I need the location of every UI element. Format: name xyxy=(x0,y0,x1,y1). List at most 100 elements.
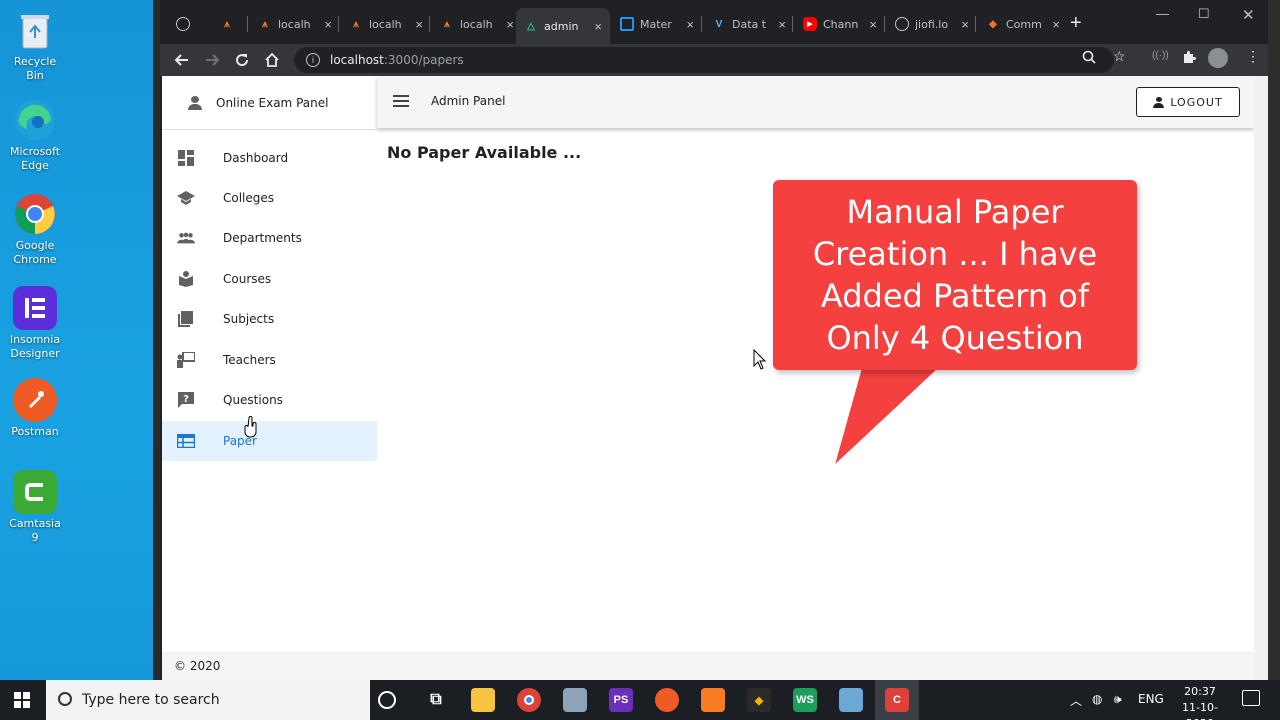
bookmark-star-icon[interactable]: ☆ xyxy=(1113,48,1126,65)
phpstorm-icon[interactable]: PS xyxy=(609,688,633,712)
browser-tab[interactable]: ⩚ localh × xyxy=(341,10,431,38)
maximize-button[interactable]: ☐ xyxy=(1198,6,1210,22)
recycle-bin-icon xyxy=(13,8,57,52)
sidebar-item-label: Colleges xyxy=(223,191,275,205)
close-icon[interactable]: × xyxy=(869,17,877,32)
chevron-up-icon[interactable]: ︿ xyxy=(1070,692,1082,709)
browser-tab[interactable]: ⩚ localh × xyxy=(432,10,522,38)
sidebar-item-label: Subjects xyxy=(223,312,275,326)
sidebar-item-dashboard[interactable]: Dashboard xyxy=(162,138,377,178)
tab-separator xyxy=(247,16,248,32)
sidebar-title: Online Exam Panel xyxy=(216,95,329,110)
school-icon xyxy=(177,189,195,207)
reload-button[interactable] xyxy=(230,48,254,72)
person-icon xyxy=(188,95,202,110)
sidebar-item-subjects[interactable]: Subjects xyxy=(162,299,377,339)
edge-icon xyxy=(13,98,57,142)
browser-tab[interactable]: ⩚ localh × xyxy=(250,10,340,38)
xampp-icon: ⩚ xyxy=(262,18,268,30)
info-icon[interactable]: i xyxy=(306,53,320,67)
browser-tab[interactable]: jiofi.lo × xyxy=(887,10,977,38)
webstorm-icon[interactable]: WS xyxy=(793,688,817,712)
xampp-taskbar-icon[interactable] xyxy=(701,688,725,712)
zoom-search-icon[interactable] xyxy=(1082,50,1096,67)
file-explorer-icon[interactable] xyxy=(471,688,495,712)
address-url[interactable]: localhost:3000/papers xyxy=(330,53,464,67)
tab-separator xyxy=(792,16,793,32)
back-button[interactable] xyxy=(170,48,194,72)
home-button[interactable] xyxy=(260,48,284,72)
desktop-icon-edge[interactable]: Microsoft Edge xyxy=(4,98,66,173)
minimize-button[interactable]: — xyxy=(1156,6,1169,21)
app-icon[interactable] xyxy=(563,688,587,712)
browser-tab[interactable]: ▶ Chann × xyxy=(795,10,885,38)
profile-avatar[interactable] xyxy=(1208,48,1228,68)
url-host: localhost xyxy=(330,53,384,67)
sidebar-item-teachers[interactable]: Teachers xyxy=(162,340,377,380)
task-view-icon[interactable]: ⧉ xyxy=(424,688,448,712)
puzzle-icon[interactable] xyxy=(1182,50,1196,67)
library-books-icon xyxy=(177,310,195,328)
close-icon[interactable]: × xyxy=(324,17,332,32)
page-scrollbar[interactable] xyxy=(1254,76,1268,680)
desktop-icon-postman[interactable]: Postman xyxy=(4,378,66,439)
browser-tab[interactable]: V Data t × xyxy=(704,10,794,38)
tab-separator xyxy=(975,16,976,32)
sidebar-item-paper[interactable]: Paper xyxy=(162,421,377,461)
notification-icon[interactable] xyxy=(1242,690,1260,706)
browser-tab-active[interactable]: △ admin × xyxy=(516,8,610,44)
desktop-icon-chrome[interactable]: Google Chrome xyxy=(4,192,66,267)
postman-taskbar-icon[interactable] xyxy=(655,688,679,712)
app-icon[interactable] xyxy=(839,688,863,712)
sidebar-item-label: Teachers xyxy=(223,353,276,367)
network-icon[interactable]: ◍ xyxy=(1092,692,1102,706)
close-icon[interactable]: × xyxy=(594,19,602,34)
kebab-menu-icon[interactable]: ⋮ xyxy=(1246,48,1260,65)
taskbar-search[interactable]: Type here to search xyxy=(46,680,370,720)
globe-icon xyxy=(176,17,190,31)
browser-tab[interactable]: ◆ Comm × xyxy=(978,10,1068,38)
close-icon[interactable]: × xyxy=(961,17,969,32)
git-icon[interactable]: ◆ xyxy=(747,688,771,712)
extension-icon[interactable]: ((·)) xyxy=(1152,50,1169,61)
sidebar-item-courses[interactable]: Courses xyxy=(162,259,377,299)
camtasia-taskbar-icon[interactable]: C xyxy=(885,688,909,712)
cortana-icon[interactable] xyxy=(378,691,396,709)
sidebar-item-colleges[interactable]: Colleges xyxy=(162,178,377,218)
browser-tab[interactable]: Mater × xyxy=(612,10,702,38)
logout-button[interactable]: LOGOUT xyxy=(1136,87,1240,117)
close-icon[interactable]: × xyxy=(1052,17,1060,32)
browser-tab[interactable]: ⩚ xyxy=(212,10,248,38)
background-window xyxy=(1268,0,1280,680)
chrome-taskbar-icon[interactable] xyxy=(517,688,541,712)
address-bar[interactable]: i localhost:3000/papers xyxy=(294,47,1114,73)
xampp-icon: ⩚ xyxy=(444,18,450,30)
desktop-icon-insomnia[interactable]: Insomnia Designer xyxy=(4,286,66,361)
desktop-icon-recycle-bin[interactable]: Recycle Bin xyxy=(4,8,66,83)
windows-start-button[interactable] xyxy=(14,692,30,708)
close-icon[interactable]: × xyxy=(686,17,694,32)
close-icon[interactable]: × xyxy=(506,17,514,32)
tab-title: Data t xyxy=(732,17,767,31)
new-tab-button[interactable]: + xyxy=(1070,12,1082,35)
desktop-icon-label: Microsoft Edge xyxy=(9,145,61,172)
web-page: Online Exam Panel Dashboard Colleges Dep… xyxy=(162,76,1254,680)
search-placeholder: Type here to search xyxy=(82,692,220,708)
taskbar: Type here to search ⧉ PS ◆ WS C ︿ ◍ 🕪 EN… xyxy=(0,680,1280,720)
system-clock[interactable]: 20:37 11-10-2020 xyxy=(1170,684,1230,720)
close-icon[interactable]: × xyxy=(778,17,786,32)
hamburger-menu-icon[interactable] xyxy=(393,95,409,107)
sidebar-item-departments[interactable]: Departments xyxy=(162,218,377,258)
language-indicator[interactable]: ENG xyxy=(1138,692,1164,706)
close-window-button[interactable]: ✕ xyxy=(1242,6,1255,24)
sidebar-item-questions[interactable]: ? Questions xyxy=(162,380,377,420)
browser-tab[interactable] xyxy=(168,10,210,38)
close-icon[interactable]: × xyxy=(415,17,423,32)
xampp-icon: ⩚ xyxy=(224,18,230,30)
tab-title: jiofi.lo xyxy=(915,17,949,31)
volume-icon[interactable]: 🕪 xyxy=(1114,692,1122,707)
forward-button[interactable] xyxy=(200,48,224,72)
footer: © 2020 xyxy=(162,651,1254,680)
tab-separator xyxy=(338,16,339,32)
desktop-icon-camtasia[interactable]: Camtasia 9 xyxy=(4,470,66,545)
